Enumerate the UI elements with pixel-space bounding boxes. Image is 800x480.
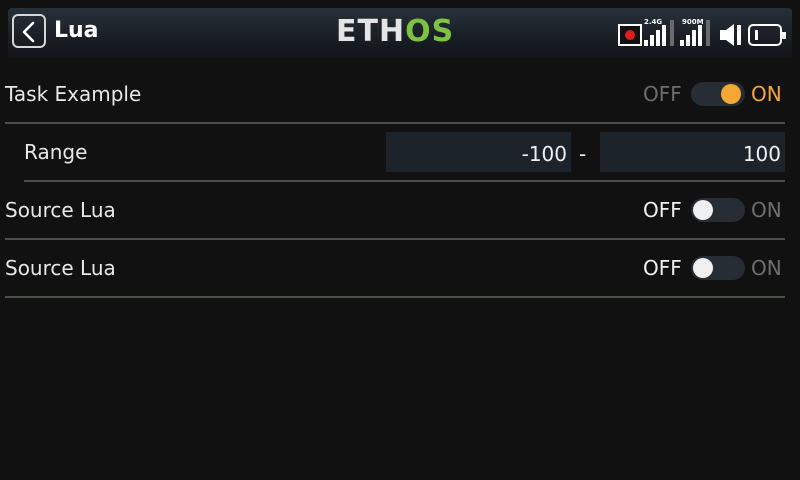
setting-row-task-example: Task Example OFF ON: [0, 66, 800, 124]
row-label: Source Lua: [5, 198, 116, 222]
setting-row-source-lua: Source Lua OFF ON: [0, 240, 800, 298]
range-separator: -: [579, 142, 587, 166]
ethos-logo: ETHOS: [336, 14, 455, 49]
row-label: Range: [24, 140, 88, 164]
toggle-knob: [693, 200, 713, 220]
toggle-knob: [693, 258, 713, 278]
toggle-track: [691, 82, 745, 106]
toggle-track: [691, 256, 745, 280]
toggle-on-label: ON: [751, 82, 782, 106]
toggle-off-label: OFF: [643, 82, 682, 106]
top-bar: Lua ETHOS 2.4G 900M: [0, 0, 800, 62]
row-label: Task Example: [5, 82, 142, 106]
toggle-on-label: ON: [751, 198, 782, 222]
toggle-track: [691, 198, 745, 222]
page-title: Lua: [54, 18, 99, 43]
range-max-value: 100: [742, 142, 781, 166]
chevron-left-icon: [22, 21, 35, 43]
setting-row-source-lua: Source Lua OFF ON: [0, 182, 800, 240]
range-max-field[interactable]: 100: [600, 132, 785, 172]
range-min-value: -100: [521, 142, 567, 166]
toggle-knob: [721, 84, 741, 104]
row-divider: [5, 296, 785, 298]
toggle-off-label: OFF: [643, 198, 682, 222]
back-button[interactable]: [12, 14, 46, 48]
speaker-icon[interactable]: [718, 22, 744, 48]
row-label: Source Lua: [5, 256, 116, 280]
signal-bars-24g-icon[interactable]: [644, 20, 674, 46]
record-icon[interactable]: [618, 24, 642, 46]
range-min-field[interactable]: -100: [386, 132, 571, 172]
signal-bars-900m-icon[interactable]: [680, 20, 710, 46]
toggle-off-label: OFF: [643, 256, 682, 280]
toggle-on-label: ON: [751, 256, 782, 280]
battery-icon[interactable]: [748, 24, 786, 46]
